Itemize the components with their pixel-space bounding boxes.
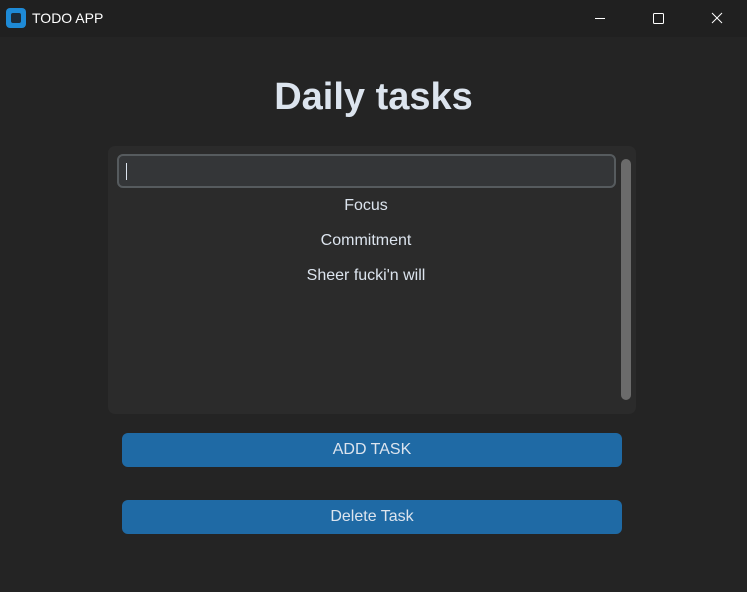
title-bar: TODO APP [0,0,747,37]
task-list-scrollbar[interactable] [621,159,631,400]
minimize-button[interactable] [571,0,629,37]
task-item[interactable]: Commitment [116,226,616,261]
maximize-icon [653,13,664,24]
task-item[interactable]: Focus [116,191,616,226]
delete-task-button[interactable]: Delete Task [122,500,622,534]
text-caret [126,163,127,180]
close-icon [711,12,723,24]
app-window: TODO APP Daily tasks Focus Commitment Sh… [0,0,747,592]
app-icon [6,8,26,28]
task-input[interactable] [117,154,616,188]
minimize-icon [595,18,605,19]
page-title: Daily tasks [274,76,473,118]
close-button[interactable] [688,0,746,37]
maximize-button[interactable] [629,0,687,37]
add-task-button[interactable]: ADD TASK [122,433,622,467]
task-list: Focus Commitment Sheer fucki'n will [116,191,616,296]
task-item[interactable]: Sheer fucki'n will [116,261,616,296]
window-title: TODO APP [32,10,104,26]
